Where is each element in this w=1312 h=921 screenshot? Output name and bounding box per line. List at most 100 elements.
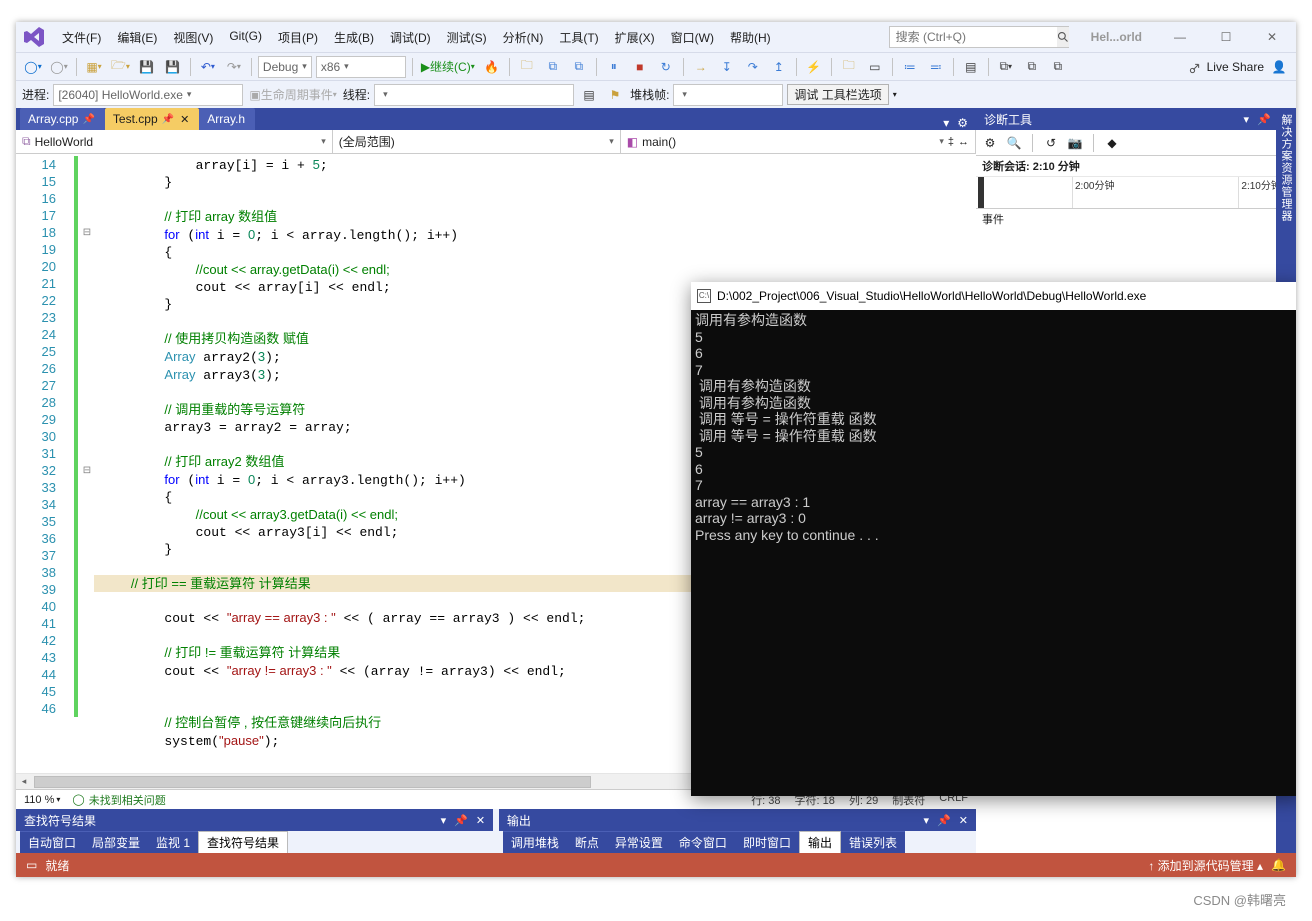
save-button[interactable]: 💾 [136, 56, 158, 78]
menu-test[interactable]: 测试(S) [441, 27, 493, 48]
thread-dropdown[interactable]: ▾ [374, 84, 574, 106]
find-symbol-panel-header[interactable]: 查找符号结果 ▾📌✕ [16, 809, 493, 831]
close-icon[interactable]: ✕ [959, 814, 968, 827]
tab-array-h[interactable]: Array.h [199, 108, 255, 130]
tb-icon-g[interactable]: ⧉ ▾ [995, 56, 1017, 78]
menu-view[interactable]: 视图(V) [167, 27, 219, 48]
nav-fwd-button[interactable]: ◯ ▾ [48, 56, 70, 78]
redo-button[interactable]: ↷ ▾ [223, 56, 245, 78]
ptab-breakpoints[interactable]: 断点 [567, 831, 607, 853]
tb-icon-b[interactable]: 🗀 [838, 56, 860, 78]
diagnostics-timeline[interactable]: 2:00分钟 2:10分钟 [976, 176, 1296, 208]
live-share-button[interactable]: Live Share [1189, 60, 1264, 74]
menu-project[interactable]: 项目(P) [272, 27, 324, 48]
lifecycle-button[interactable]: ▣ 生命周期事件 ▾ [247, 84, 338, 106]
ptab-locals[interactable]: 局部变量 [84, 831, 148, 853]
show-next-stmt-button[interactable]: → [690, 56, 712, 78]
close-icon[interactable]: ✕ [476, 814, 485, 827]
ptab-command[interactable]: 命令窗口 [671, 831, 735, 853]
hot-reload-button[interactable]: 🔥 [481, 56, 503, 78]
new-item-button[interactable]: ▦ ▾ [83, 56, 105, 78]
menu-build[interactable]: 生成(B) [328, 27, 380, 48]
tb-icon-i[interactable]: ⧉ [1047, 56, 1069, 78]
nav-back-button[interactable]: ◯ ▾ [22, 56, 44, 78]
thread-filter-button[interactable]: ▤ [578, 84, 600, 106]
menu-analyze[interactable]: 分析(N) [497, 27, 550, 48]
menu-file[interactable]: 文件(F) [56, 27, 107, 48]
panel-dropdown[interactable]: ▾ [924, 814, 930, 827]
menu-debug[interactable]: 调试(D) [384, 27, 437, 48]
menu-edit[interactable]: 编辑(E) [111, 27, 163, 48]
stackframe-dropdown[interactable]: ▾ [673, 84, 783, 106]
step-into-button[interactable]: ↧ [716, 56, 738, 78]
source-control-button[interactable]: ↑ 添加到源代码管理 ▴ [1148, 857, 1263, 874]
menu-help[interactable]: 帮助(H) [724, 27, 777, 48]
tb-icon-e[interactable]: ≕ [925, 56, 947, 78]
minimize-button[interactable]: — [1166, 30, 1194, 44]
tb-icon-a[interactable]: ⚡ [803, 56, 825, 78]
feedback-button[interactable]: 👤 [1268, 56, 1290, 78]
pin-icon[interactable]: 📌 [1257, 113, 1271, 126]
restart-button[interactable]: ↻ [655, 56, 677, 78]
tab-settings-button[interactable]: ⚙ [957, 116, 968, 130]
ptab-auto[interactable]: 自动窗口 [20, 831, 84, 853]
class-scope[interactable]: (全局范围)▾ [333, 130, 621, 153]
thread-icon[interactable]: ⚑ [604, 84, 626, 106]
console-titlebar[interactable]: C:\ D:\002_Project\006_Visual_Studio\Hel… [691, 282, 1296, 310]
tab-array-cpp[interactable]: Array.cpp📌 [20, 108, 105, 130]
diag-marker-button[interactable]: ◆ [1104, 135, 1120, 151]
tb-icon-1[interactable]: 🗀 [516, 56, 538, 78]
notifications-button[interactable]: 🔔 [1271, 858, 1286, 872]
ptab-output[interactable]: 输出 [799, 831, 841, 853]
menu-git[interactable]: Git(G) [223, 27, 268, 48]
break-all-button[interactable]: ⏸ [603, 56, 625, 78]
tb-icon-h[interactable]: ⧉ [1021, 56, 1043, 78]
ptab-callstack[interactable]: 调用堆栈 [503, 831, 567, 853]
diag-settings-button[interactable]: ⚙ [982, 135, 998, 151]
menu-window[interactable]: 窗口(W) [665, 27, 720, 48]
pin-icon[interactable]: 📌 [937, 814, 951, 827]
save-all-button[interactable]: 💾 [162, 56, 184, 78]
panel-dropdown[interactable]: ▾ [1244, 113, 1250, 126]
zoom-dropdown[interactable]: 110 % ▾ [24, 794, 60, 806]
function-scope[interactable]: ◧main()▾‡↔ [621, 130, 976, 153]
undo-button[interactable]: ↶ ▾ [197, 56, 219, 78]
tab-test-cpp[interactable]: Test.cpp📌✕ [105, 108, 199, 130]
ptab-exceptions[interactable]: 异常设置 [607, 831, 671, 853]
tb-icon-3[interactable]: ⧉ [568, 56, 590, 78]
menu-ext[interactable]: 扩展(X) [609, 27, 661, 48]
tb-icon-d[interactable]: ≔ [899, 56, 921, 78]
ptab-errors[interactable]: 错误列表 [841, 831, 905, 853]
chevron-down-icon[interactable]: ▾ [893, 90, 897, 99]
diagnostics-header[interactable]: 诊断工具 ▾📌✕ [976, 108, 1296, 130]
menu-tools[interactable]: 工具(T) [553, 27, 604, 48]
tb-icon-f[interactable]: ▤ [960, 56, 982, 78]
issues-indicator[interactable]: ◯ 未找到相关问题 [72, 792, 165, 808]
process-dropdown[interactable]: [26040] HelloWorld.exe▾ [53, 84, 243, 106]
platform-dropdown[interactable]: x86▾ [316, 56, 406, 78]
continue-button[interactable]: ▶ 继续(C) ▾ [419, 56, 477, 78]
search-button[interactable] [1057, 27, 1069, 47]
step-over-button[interactable]: ↷ [742, 56, 764, 78]
close-icon[interactable]: ✕ [180, 113, 189, 126]
ptab-find-symbol[interactable]: 查找符号结果 [198, 831, 288, 853]
diag-snapshot-button[interactable]: 📷 [1067, 135, 1083, 151]
debug-options-button[interactable]: 调试 工具栏选项 [787, 84, 888, 105]
pin-icon[interactable]: 📌 [454, 814, 468, 827]
open-button[interactable]: 🗁 ▾ [109, 56, 132, 78]
close-button[interactable]: ✕ [1258, 30, 1286, 44]
project-scope[interactable]: ⧉HelloWorld▾ [16, 130, 333, 153]
step-out-button[interactable]: ↥ [768, 56, 790, 78]
expand-button[interactable]: ↔ [958, 136, 969, 148]
diag-reset-button[interactable]: ↺ [1043, 135, 1059, 151]
search-box[interactable] [889, 26, 1069, 48]
ptab-watch[interactable]: 监视 1 [148, 831, 198, 853]
search-input[interactable] [890, 30, 1057, 44]
diag-zoomin-button[interactable]: 🔍 [1006, 135, 1022, 151]
split-button[interactable]: ‡ [948, 136, 954, 148]
output-panel-header[interactable]: 输出 ▾📌✕ [499, 809, 976, 831]
config-dropdown[interactable]: Debug▾ [258, 56, 312, 78]
ptab-immediate[interactable]: 即时窗口 [735, 831, 799, 853]
tab-overflow-button[interactable]: ▾ [943, 116, 949, 130]
tb-icon-2[interactable]: ⧉ [542, 56, 564, 78]
